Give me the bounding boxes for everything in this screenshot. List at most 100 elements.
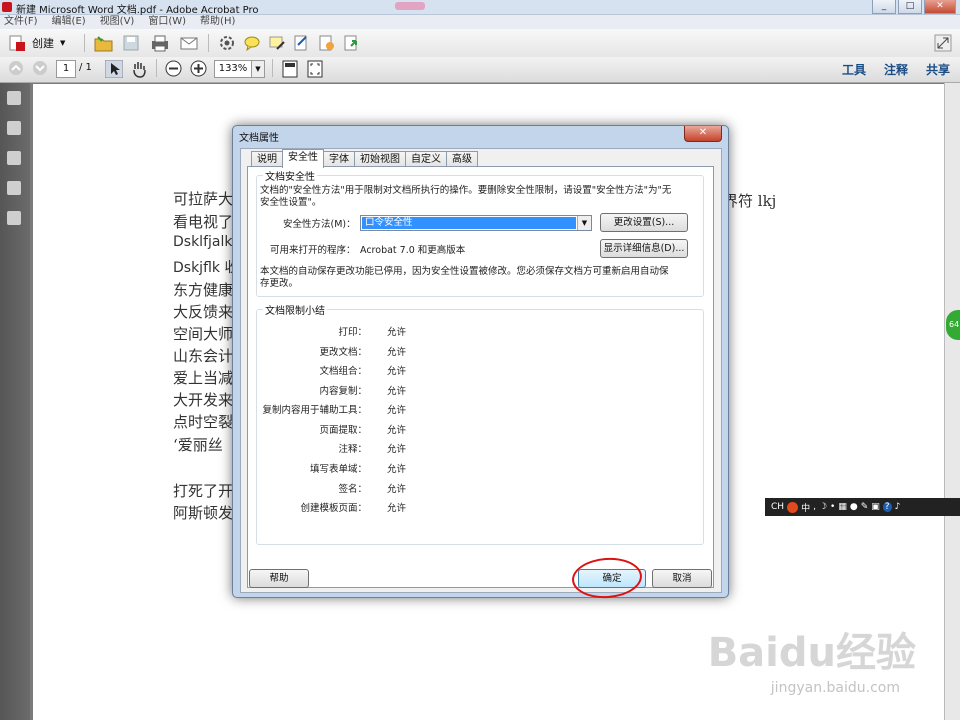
help-icon[interactable]: ?	[882, 502, 892, 512]
dialog-body: 说明 安全性 字体 初始视图 自定义 高级 文档安全性 文档的"安全性方法"用于…	[240, 148, 722, 593]
autosave-note: 本文档的自动保存更改功能已停用，因为安全性设置被修改。您必须保存文档方可重新启用…	[260, 266, 669, 277]
menu-bar: 文件(F) 编辑(E) 视图(V) 窗口(W) 帮助(H)	[0, 15, 960, 29]
perm-copy-label: 内容复制：	[319, 386, 367, 397]
taskbar-highlight	[395, 2, 425, 10]
email-icon[interactable]	[179, 34, 199, 52]
moon-icon[interactable]: ☽	[819, 502, 827, 512]
document-properties-dialog: 文档属性 ✕ 说明 安全性 字体 初始视图 自定义 高级 文档安全性 文档的"安…	[232, 125, 729, 601]
attachment-icon[interactable]	[7, 181, 21, 195]
microphone-icon[interactable]: ♪	[895, 502, 901, 512]
left-navigation-panel	[0, 83, 30, 720]
zoom-level-input[interactable]: 133%	[214, 60, 252, 78]
doc-line: 东方健康	[173, 281, 234, 299]
minimize-button[interactable]: _	[872, 0, 896, 14]
tools-link[interactable]: 工具	[842, 61, 866, 78]
doc-line-right: 界符 lkj	[723, 192, 777, 210]
signature-icon[interactable]	[7, 211, 21, 225]
keyboard-icon[interactable]: ▦	[838, 502, 847, 512]
open-folder-icon[interactable]	[94, 34, 114, 52]
perm-copy-value: 允许	[387, 386, 407, 397]
previous-page-icon[interactable]	[8, 60, 24, 76]
page-number-input[interactable]: 1	[56, 60, 76, 78]
share-link[interactable]: 共享	[926, 61, 950, 78]
dot-icon[interactable]: •	[830, 502, 835, 512]
perm-comment-label: 注释：	[338, 444, 367, 455]
perm-assembly-value: 允许	[387, 366, 407, 377]
doc-line: 打死了开	[173, 482, 234, 500]
window-icon[interactable]: ▣	[871, 502, 880, 512]
zoom-in-icon[interactable]	[190, 60, 207, 77]
side-badge[interactable]: 64	[946, 310, 960, 340]
doc-line: 点时空裂	[173, 413, 234, 431]
perm-sign-label: 签名：	[338, 484, 367, 495]
sign-document-icon[interactable]	[292, 34, 310, 52]
create-button[interactable]: 创建 ▼	[8, 34, 65, 52]
doc-line: ‘爱丽丝	[173, 436, 223, 454]
change-settings-button[interactable]: 更改设置(S)...	[600, 213, 688, 232]
restrictions-summary-group: 文档限制小结 打印： 允许 更改文档： 允许 文档组合： 允许 内容复制： 允许…	[256, 302, 704, 545]
perm-comment-value: 允许	[387, 444, 407, 455]
sogou-icon[interactable]	[787, 501, 799, 513]
lock-icon[interactable]	[7, 91, 21, 105]
expand-icon[interactable]	[934, 34, 952, 52]
review-document-icon[interactable]	[317, 34, 335, 52]
chevron-down-icon: ▼	[60, 39, 66, 47]
select-cursor-icon[interactable]	[105, 60, 123, 78]
next-page-icon[interactable]	[32, 60, 48, 76]
close-window-button[interactable]: ✕	[924, 0, 956, 14]
menu-edit[interactable]: 编辑(E)	[52, 15, 86, 29]
perm-sign-value: 允许	[387, 484, 407, 495]
security-description-cont: 安全性设置"。	[260, 197, 322, 208]
zoom-dropdown-icon[interactable]: ▼	[251, 60, 265, 78]
share-document-icon[interactable]	[342, 34, 360, 52]
doc-line: 大开发来	[173, 391, 234, 409]
comment-link[interactable]: 注释	[884, 61, 908, 78]
menu-file[interactable]: 文件(F)	[4, 15, 38, 29]
tab-security[interactable]: 安全性	[282, 149, 324, 168]
create-label: 创建	[32, 37, 54, 50]
save-icon[interactable]	[122, 34, 140, 52]
group-title: 文档安全性	[263, 168, 317, 183]
autosave-note-cont: 存更改。	[260, 278, 299, 289]
security-method-select[interactable]: 口令安全性 ▼	[360, 215, 592, 231]
pages-icon[interactable]	[7, 121, 21, 135]
baidu-watermark-url: jingyan.baidu.com	[770, 680, 900, 696]
hand-tool-icon[interactable]	[130, 60, 148, 78]
wrench-icon[interactable]: ✎	[861, 502, 869, 512]
fit-page-icon[interactable]	[282, 60, 298, 78]
chevron-down-icon[interactable]: ▼	[577, 216, 591, 230]
ime-language[interactable]: CH	[771, 502, 784, 512]
help-button[interactable]: 帮助	[249, 569, 309, 588]
punctuation-icon[interactable]: ,	[813, 502, 816, 512]
menu-window[interactable]: 窗口(W)	[148, 15, 186, 29]
doc-line: Dskjflk 收	[173, 260, 239, 276]
dialog-title: 文档属性	[239, 133, 279, 144]
vertical-scrollbar[interactable]	[944, 83, 960, 720]
cancel-button[interactable]: 取消	[652, 569, 712, 588]
bookmark-icon[interactable]	[7, 151, 21, 165]
highlight-icon[interactable]	[268, 34, 286, 52]
perm-print-label: 打印：	[338, 327, 367, 338]
user-icon[interactable]: ●	[850, 502, 858, 512]
compatible-app-value: Acrobat 7.0 和更高版本	[360, 245, 466, 256]
perm-change-label: 更改文档：	[319, 347, 367, 358]
perm-extract-value: 允许	[387, 425, 407, 436]
create-pdf-icon	[9, 35, 25, 51]
security-method-label: 安全性方法(M)：	[283, 219, 356, 230]
comment-bubble-icon[interactable]	[243, 34, 261, 52]
perm-accessibility-label: 复制内容用于辅助工具：	[262, 405, 367, 416]
print-icon[interactable]	[150, 34, 170, 52]
perm-template-value: 允许	[387, 503, 407, 514]
maximize-button[interactable]: □	[898, 0, 922, 14]
perm-extract-label: 页面提取：	[319, 425, 367, 436]
show-details-button[interactable]: 显示详细信息(D)...	[600, 239, 688, 258]
perm-print-value: 允许	[387, 327, 407, 338]
menu-help[interactable]: 帮助(H)	[200, 15, 235, 29]
menu-view[interactable]: 视图(V)	[100, 15, 135, 29]
fullscreen-icon[interactable]	[307, 60, 323, 78]
zoom-out-icon[interactable]	[165, 60, 182, 77]
gear-icon[interactable]	[218, 34, 236, 52]
dialog-close-button[interactable]: ✕	[684, 126, 722, 142]
ime-mode[interactable]: 中	[801, 501, 810, 514]
ime-toolbar: CH 中 , ☽ • ▦ ● ✎ ▣ ? ♪	[765, 498, 960, 516]
